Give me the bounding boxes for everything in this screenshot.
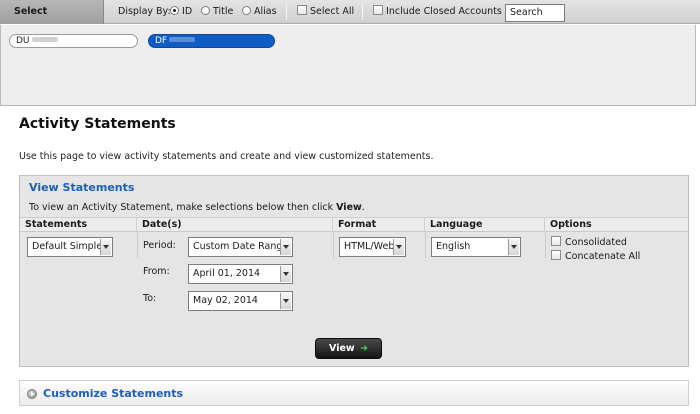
instruction-text: To view an Activity Statement, make sele… (29, 202, 337, 213)
account-search-input[interactable]: Search (505, 4, 565, 22)
column-divider (545, 232, 546, 258)
period-select[interactable]: Custom Date Range (188, 237, 293, 257)
column-divider (425, 232, 426, 258)
statement-type-select[interactable]: Default Simple (27, 237, 113, 257)
concatenate-all-label: Concatenate All (565, 251, 641, 262)
customize-statements-section[interactable]: Customize Statements (19, 380, 689, 406)
accounts-panel: DU DF (0, 25, 696, 106)
topbar-divider (286, 4, 287, 20)
select-all-checkbox[interactable] (297, 5, 307, 15)
chevron-down-icon (100, 239, 111, 255)
language-select[interactable]: English (431, 237, 521, 257)
from-date-select[interactable]: April 01, 2014 (188, 264, 293, 284)
arrow-right-icon: ➜ (360, 343, 368, 354)
consolidated-checkbox[interactable] (551, 236, 561, 246)
account-chip-selected[interactable]: DF (148, 34, 275, 48)
to-date-label: To: (143, 293, 157, 304)
select-accounts-label: Select Accounts: (0, 0, 104, 41)
display-by-alias-option[interactable]: Alias (242, 0, 277, 24)
statements-header-row: Statements Date(s) Format Language Optio… (20, 217, 688, 232)
concatenate-all-option[interactable]: Concatenate All (551, 250, 640, 262)
view-statements-title: View Statements (29, 181, 135, 194)
display-by-id-label: ID (182, 6, 193, 17)
account-id: DF (155, 36, 168, 46)
chevron-down-icon (393, 239, 404, 255)
page-description: Use this page to view activity statement… (19, 151, 434, 162)
include-closed-checkbox[interactable] (373, 5, 383, 15)
format-column-header: Format (333, 218, 425, 232)
display-by-id-option[interactable]: ID (170, 0, 192, 24)
concatenate-all-checkbox[interactable] (551, 250, 561, 260)
chevron-down-icon (280, 266, 291, 282)
statements-body: Default Simple Period: Custom Date Range… (20, 232, 688, 366)
view-statements-panel: View Statements To view an Activity Stat… (19, 175, 689, 367)
chevron-down-icon (280, 293, 291, 309)
from-date-label: From: (143, 266, 170, 277)
language-column-header: Language (425, 218, 545, 232)
view-button[interactable]: View ➜ (315, 338, 382, 359)
display-by-title-option[interactable]: Title (201, 0, 233, 24)
redacted-account-number (31, 37, 58, 42)
view-button-label: View (329, 343, 355, 354)
dates-column-header: Date(s) (137, 218, 333, 232)
select-all-option[interactable]: Select All (297, 0, 354, 24)
account-chip[interactable]: DU (9, 34, 138, 48)
customize-statements-title[interactable]: Customize Statements (43, 387, 183, 400)
period-label: Period: (143, 240, 176, 251)
display-by-label: Display By: (118, 6, 171, 17)
consolidated-option[interactable]: Consolidated (551, 236, 627, 248)
expand-arrow-icon[interactable] (27, 389, 37, 399)
select-all-label: Select All (310, 6, 355, 17)
account-selector-bar: Select Accounts: Display By: ID Title Al… (0, 0, 700, 41)
consolidated-label: Consolidated (565, 237, 627, 248)
to-date-value: May 02, 2014 (193, 295, 258, 306)
account-id: DU (16, 36, 30, 46)
format-select[interactable]: HTML/Web (339, 237, 406, 257)
format-value: HTML/Web (344, 241, 395, 252)
display-by-title-label: Title (213, 6, 234, 17)
statements-column-header: Statements (20, 218, 137, 232)
period-value: Custom Date Range (193, 241, 289, 252)
display-by-alias-label: Alias (254, 6, 277, 17)
include-closed-option[interactable]: Include Closed Accounts (373, 0, 502, 24)
options-column-header: Options (550, 219, 592, 230)
topbar-divider (362, 4, 363, 20)
to-date-select[interactable]: May 02, 2014 (188, 291, 293, 311)
statement-type-value: Default Simple (32, 241, 103, 252)
column-divider (333, 232, 334, 258)
display-by-alias-radio[interactable] (242, 6, 251, 15)
chevron-down-icon (280, 239, 291, 255)
instruction-bold: View (336, 202, 362, 213)
display-by-id-radio[interactable] (170, 6, 179, 15)
from-date-value: April 01, 2014 (193, 268, 261, 279)
include-closed-label: Include Closed Accounts (386, 6, 502, 17)
display-by-title-radio[interactable] (201, 6, 210, 15)
language-value: English (436, 241, 471, 252)
view-statements-instruction: To view an Activity Statement, make sele… (29, 202, 365, 213)
chevron-down-icon (508, 239, 519, 255)
column-divider (137, 232, 138, 258)
page-title: Activity Statements (19, 116, 176, 132)
instruction-suffix: . (361, 202, 365, 213)
redacted-account-number (169, 37, 196, 42)
